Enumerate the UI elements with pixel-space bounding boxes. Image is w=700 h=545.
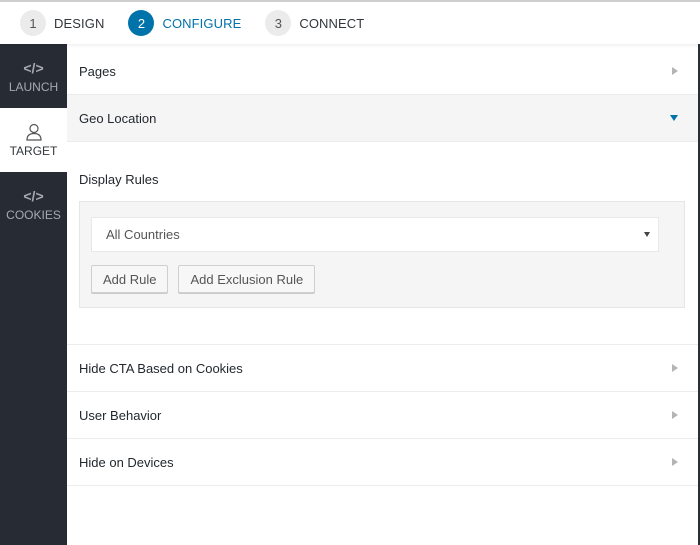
section-title: Hide CTA Based on Cookies xyxy=(79,360,243,376)
section-hide-on-devices-header[interactable]: Hide on Devices xyxy=(67,439,698,486)
add-rule-button[interactable]: Add Rule xyxy=(91,265,169,293)
section-title: User Behavior xyxy=(79,407,162,423)
section-user-behavior-header[interactable]: User Behavior xyxy=(67,392,698,439)
expand-arrow-icon xyxy=(672,67,678,75)
section-hide-cta-cookies-header[interactable]: Hide CTA Based on Cookies xyxy=(67,345,698,392)
step-design[interactable]: 1 DESIGN xyxy=(20,10,104,36)
country-select-value: All Countries xyxy=(106,227,180,242)
step-configure[interactable]: 2 CONFIGURE xyxy=(128,10,241,36)
user-icon xyxy=(25,123,42,141)
sidebar-item-label: LAUNCH xyxy=(8,79,59,94)
section-pages-header[interactable]: Pages xyxy=(67,48,698,95)
sidebar-item-cookies[interactable]: </> COOKIES xyxy=(0,172,67,236)
country-select[interactable]: All Countries xyxy=(91,217,659,252)
display-rules-title: Display Rules xyxy=(79,172,159,187)
step-number: 1 xyxy=(20,10,46,36)
step-number: 2 xyxy=(128,10,155,36)
expand-arrow-icon xyxy=(672,458,678,466)
sidebar-item-target[interactable]: TARGET xyxy=(0,108,67,172)
sidebar-item-label: TARGET xyxy=(9,143,58,158)
expand-arrow-icon xyxy=(672,411,678,419)
section-geo-location-body: Display Rules All Countries Add Rule Add… xyxy=(67,142,698,345)
section-title: Pages xyxy=(79,63,116,79)
sidebar-item-launch[interactable]: </> LAUNCH xyxy=(0,44,67,108)
sidebar: </> LAUNCH TARGET </> COOKIES xyxy=(0,44,67,545)
step-connect[interactable]: 3 CONNECT xyxy=(265,10,364,36)
steps-header: 1 DESIGN 2 CONFIGURE 3 CONNECT xyxy=(0,2,700,44)
step-label: CONFIGURE xyxy=(162,15,242,31)
chevron-down-icon xyxy=(644,232,650,237)
code-icon: </> xyxy=(23,59,44,76)
step-label: DESIGN xyxy=(54,15,105,31)
step-label: CONNECT xyxy=(299,15,365,31)
display-rules-box: All Countries Add Rule Add Exclusion Rul… xyxy=(79,201,685,308)
expand-arrow-icon xyxy=(672,364,678,372)
collapse-arrow-icon xyxy=(670,115,678,121)
step-number: 3 xyxy=(265,10,292,36)
section-geo-location-header[interactable]: Geo Location xyxy=(67,95,698,142)
section-title: Hide on Devices xyxy=(79,454,174,470)
section-title: Geo Location xyxy=(79,110,157,126)
sidebar-item-label: COOKIES xyxy=(6,207,61,222)
main-panel: Pages Geo Location Display Rules All Cou… xyxy=(67,48,698,545)
code-icon: </> xyxy=(23,187,44,204)
add-exclusion-rule-button[interactable]: Add Exclusion Rule xyxy=(178,265,316,293)
